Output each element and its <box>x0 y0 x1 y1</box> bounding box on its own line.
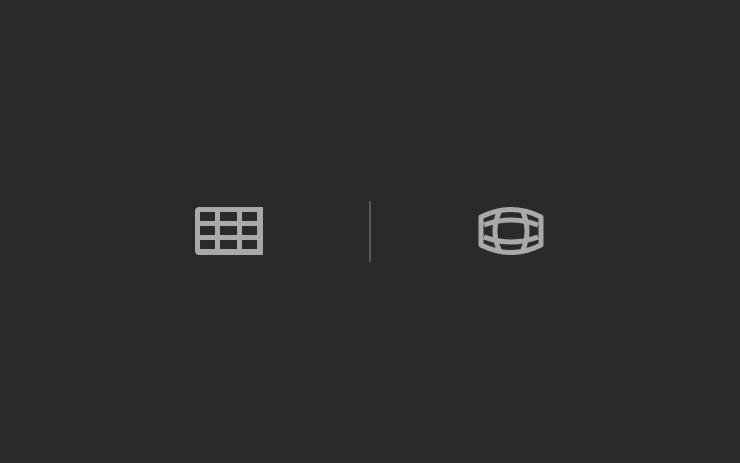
screen <box>0 0 740 463</box>
grid-icon <box>195 207 263 255</box>
sphere-icon <box>478 207 544 255</box>
toggle-divider <box>369 201 371 262</box>
flat-view-button[interactable] <box>186 198 272 264</box>
sphere-view-button[interactable] <box>468 198 554 264</box>
view-mode-toggle <box>0 0 740 463</box>
